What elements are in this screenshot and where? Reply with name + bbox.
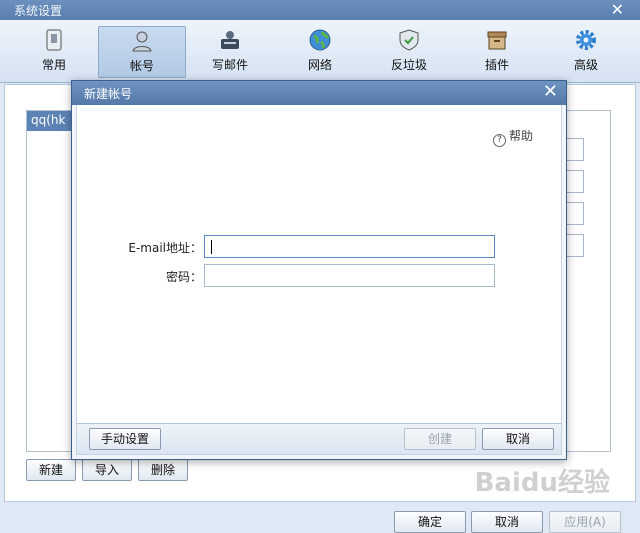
phone-icon	[46, 29, 62, 51]
tab-compose[interactable]: 写邮件	[186, 26, 274, 78]
box-icon	[487, 31, 507, 50]
cancel-button[interactable]: 取消	[471, 511, 543, 533]
email-label: E-mail地址：	[128, 241, 202, 255]
window-titlebar: 系统设置 ✕	[0, 0, 640, 20]
tab-antispam-label: 反垃圾	[390, 58, 427, 72]
tab-plugins-label: 插件	[484, 58, 509, 72]
text-caret	[211, 240, 212, 254]
detail-field[interactable]	[567, 234, 584, 257]
window-close-icon[interactable]: ✕	[611, 0, 624, 19]
bottom-bar: 确定 取消 应用(A)	[0, 502, 640, 533]
tab-compose-label: 写邮件	[211, 58, 248, 72]
import-account-button[interactable]: 导入	[82, 459, 132, 481]
window-title: 系统设置	[14, 4, 63, 18]
compose-icon	[221, 31, 239, 49]
tab-account[interactable]: 帐号	[98, 26, 186, 78]
user-icon	[132, 31, 152, 52]
tab-advanced-label: 高级	[573, 58, 598, 72]
dialog-titlebar: 新建帐号 ✕	[72, 81, 566, 105]
password-field[interactable]	[204, 264, 495, 287]
globe-icon	[309, 29, 331, 51]
account-detail-panel	[567, 110, 611, 452]
dialog-close-icon[interactable]: ✕	[543, 81, 558, 102]
new-account-dialog: 新建帐号 ✕ ? 帮助 E-mail地址： 密码： 手动设置 创建 取消	[71, 80, 567, 460]
create-button[interactable]: 创建	[404, 428, 476, 450]
email-field[interactable]	[204, 235, 495, 258]
help-icon: ?	[492, 134, 506, 147]
gear-icon	[576, 30, 596, 50]
help-label: 帮助	[508, 129, 533, 143]
tab-general[interactable]: 常用	[10, 26, 98, 78]
delete-account-button[interactable]: 删除	[138, 459, 188, 481]
ok-button[interactable]: 确定	[394, 511, 466, 533]
tab-plugins[interactable]: 插件	[453, 26, 541, 78]
tab-antispam[interactable]: 反垃圾	[365, 26, 453, 78]
tab-advanced[interactable]: 高级	[542, 26, 630, 78]
settings-toolbar: 常用 帐号 写邮件 网络 反垃圾 插件 高级	[0, 20, 640, 83]
detail-field[interactable]	[567, 170, 584, 193]
manual-setup-button[interactable]: 手动设置	[89, 428, 161, 450]
password-label: 密码：	[165, 270, 202, 284]
dialog-footer: 手动设置 创建 取消	[76, 423, 562, 455]
detail-field[interactable]	[567, 138, 584, 161]
tab-general-label: 常用	[41, 58, 66, 72]
tab-network[interactable]: 网络	[276, 26, 364, 78]
detail-field[interactable]	[567, 202, 584, 225]
help-link[interactable]: ? 帮助	[492, 127, 533, 147]
dialog-title: 新建帐号	[84, 87, 133, 101]
new-account-button[interactable]: 新建	[26, 459, 76, 481]
apply-button[interactable]: 应用(A)	[549, 511, 621, 533]
dialog-cancel-button[interactable]: 取消	[482, 428, 554, 450]
watermark: Baidu经验	[474, 468, 610, 498]
dialog-body: ? 帮助 E-mail地址： 密码：	[76, 105, 562, 423]
shield-icon	[399, 29, 419, 51]
tab-account-label: 帐号	[129, 59, 154, 73]
tab-network-label: 网络	[307, 58, 332, 72]
